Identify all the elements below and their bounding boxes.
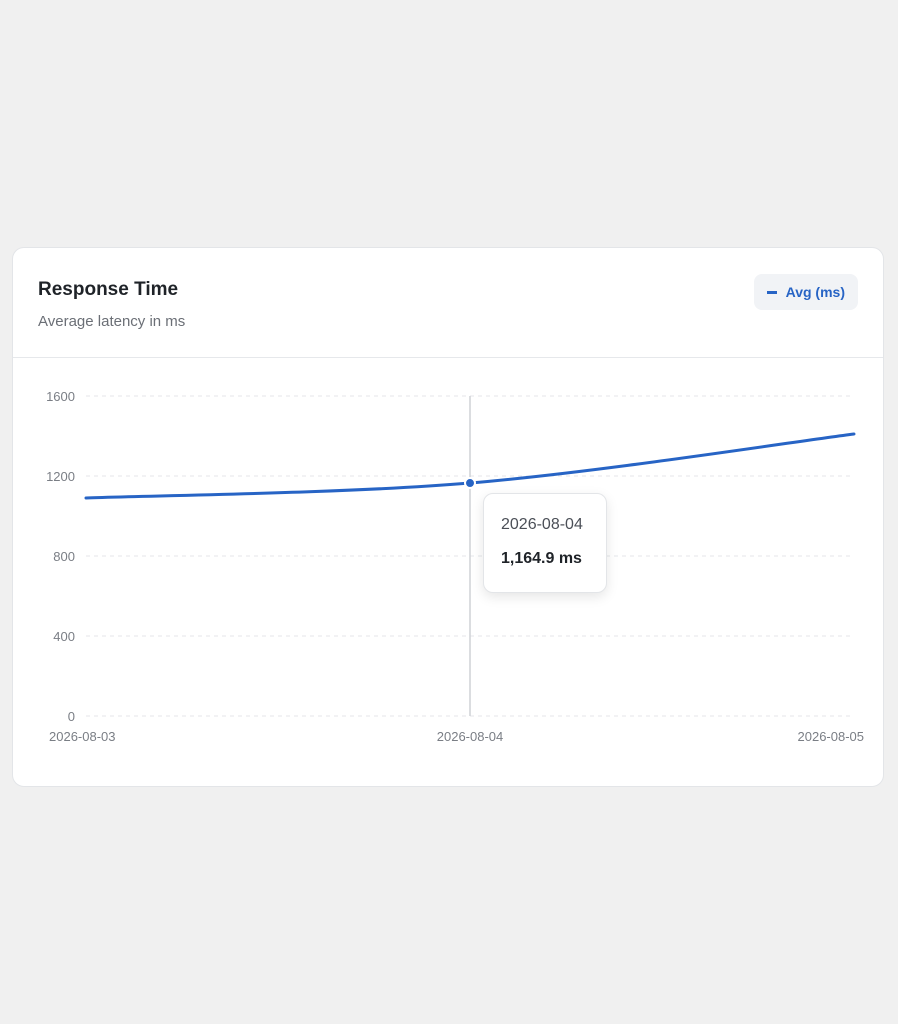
y-tick-label: 0 bbox=[68, 709, 75, 724]
tooltip-date: 2026-08-04 bbox=[501, 516, 583, 533]
hovered-data-point bbox=[464, 477, 476, 490]
tooltip: 2026-08-04 1,164.9 ms bbox=[483, 493, 607, 593]
line-chart[interactable]: 040080012001600 2026-08-03 2026-08-04 2026… bbox=[13, 248, 884, 787]
y-tick-label: 800 bbox=[53, 549, 75, 564]
x-axis-ticks: 2026-08-03 2026-08-04 2026-08-05 bbox=[49, 729, 864, 744]
response-time-card: Response Time Average latency in ms Avg … bbox=[12, 247, 884, 787]
data-points bbox=[464, 477, 476, 490]
y-axis-ticks: 0 400 800 1200 1600 bbox=[46, 389, 75, 724]
tooltip-value: 1,164.9 ms bbox=[501, 550, 582, 567]
x-tick-label: 2026-08-04 bbox=[437, 729, 504, 744]
y-tick-label: 400 bbox=[53, 629, 75, 644]
y-tick-label: 1600 bbox=[46, 389, 75, 404]
y-tick-label: 1200 bbox=[46, 469, 75, 484]
x-tick-label: 2026-08-05 bbox=[798, 729, 865, 744]
x-tick-label: 2026-08-03 bbox=[49, 729, 116, 744]
